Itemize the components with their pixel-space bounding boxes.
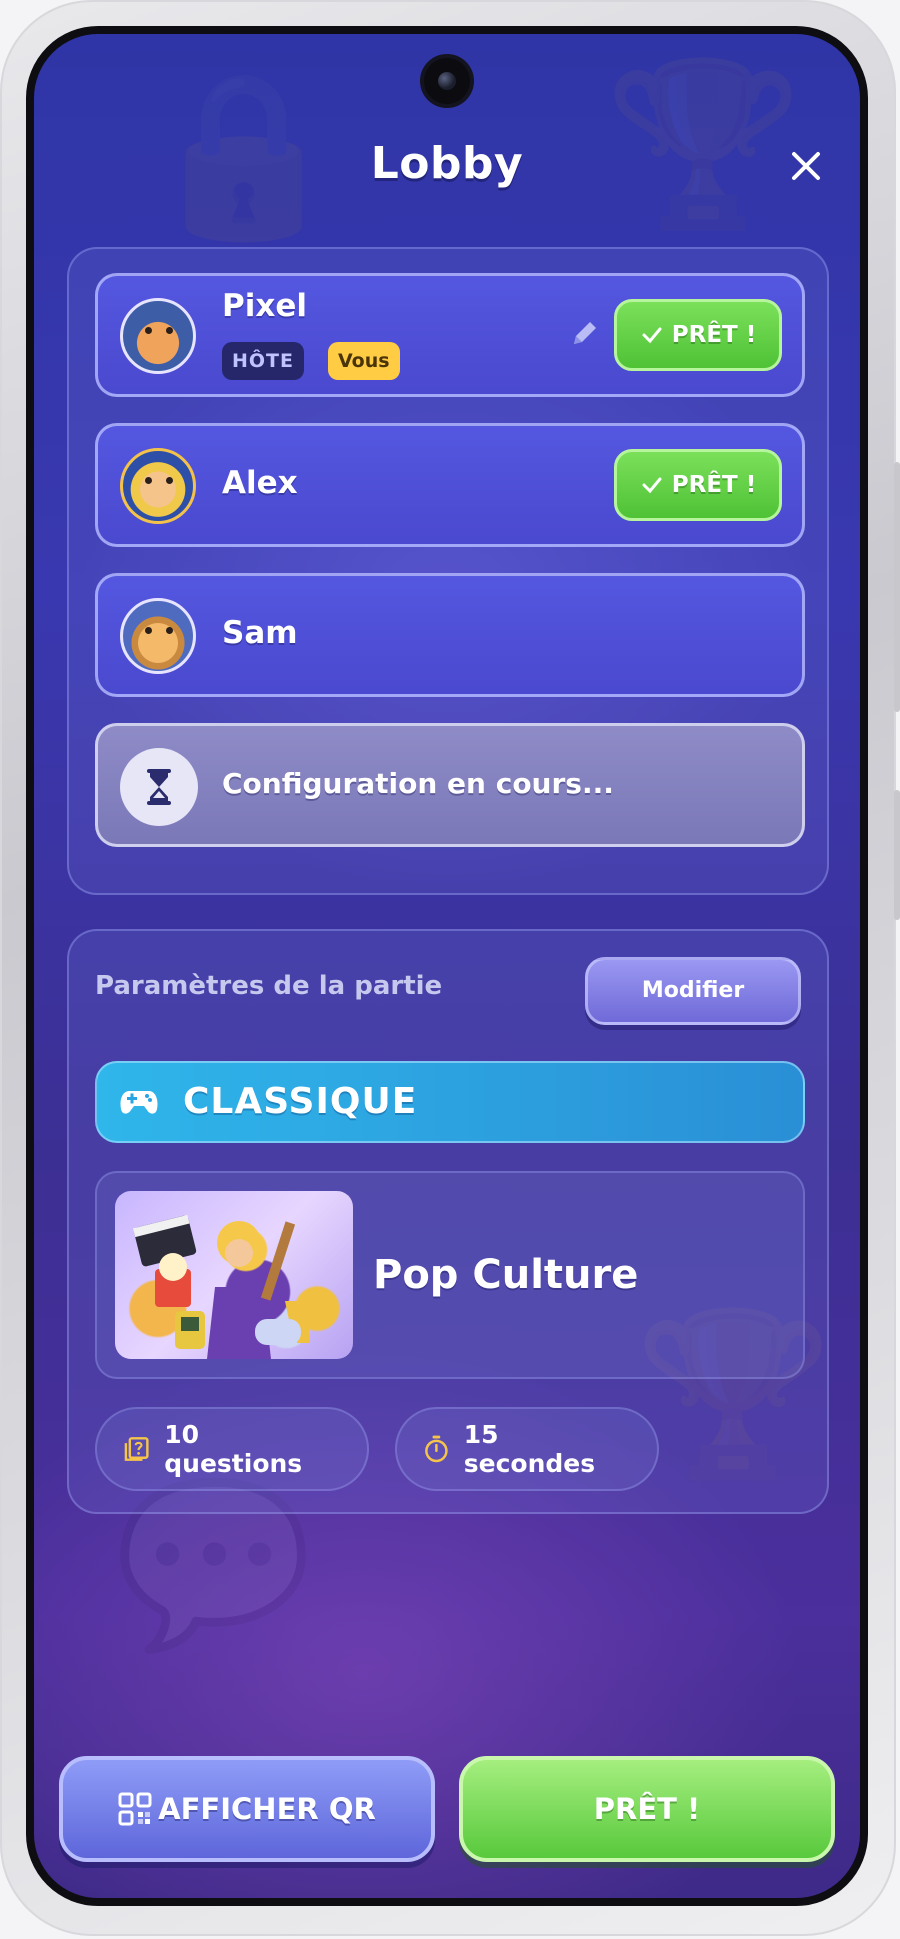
you-badge: Vous — [328, 342, 400, 380]
player-name: Sam — [222, 615, 298, 651]
pending-player-slot: Configuration en cours... — [95, 723, 805, 847]
question-card-icon — [124, 1437, 149, 1461]
modify-settings-button[interactable]: Modifier — [585, 957, 801, 1025]
question-count-label: 10 questions — [164, 1420, 303, 1478]
player-card-alex: Alex PRÊT ! — [95, 423, 805, 547]
power-button — [894, 790, 900, 920]
ready-status-label: PRÊT ! — [671, 322, 757, 348]
player-name: Alex — [222, 465, 298, 501]
front-camera — [424, 58, 470, 104]
pop-culture-illustration — [132, 1214, 321, 1359]
settings-heading: Paramètres de la partie — [95, 971, 443, 1001]
page-title: Lobby — [370, 138, 524, 189]
theme-name: Pop Culture — [373, 1252, 639, 1298]
timer-chip: 15 secondes — [395, 1407, 659, 1491]
ready-button-label: PRÊT ! — [593, 1792, 701, 1826]
player-avatar — [120, 598, 196, 674]
ready-status-badge: PRÊT ! — [614, 449, 782, 521]
timer-label: 15 secondes — [463, 1420, 596, 1478]
game-settings-panel: Paramètres de la partie Modifier CLASSIQ… — [67, 929, 829, 1514]
app-screen: 🔒 🏆 🏆 💬 Lobby Pixel HÔTE Vous PRÊT ! Ale… — [26, 26, 868, 1906]
close-icon — [792, 152, 820, 180]
gamepad-icon — [120, 1091, 158, 1114]
theme-card: Pop Culture — [95, 1171, 805, 1379]
show-qr-button[interactable]: AFFICHER QR — [59, 1756, 435, 1862]
check-icon — [642, 327, 662, 344]
question-count-chip: 10 questions — [95, 1407, 369, 1491]
host-badge: HÔTE — [222, 342, 304, 380]
hourglass-icon — [147, 769, 171, 805]
ready-status-label: PRÊT ! — [671, 472, 757, 498]
theme-thumbnail-image — [115, 1191, 353, 1359]
player-card-pixel: Pixel HÔTE Vous PRÊT ! — [95, 273, 805, 397]
stopwatch-icon — [425, 1435, 448, 1463]
check-icon — [642, 477, 662, 494]
edit-name-button[interactable] — [568, 316, 602, 350]
ready-button[interactable]: PRÊT ! — [459, 1756, 835, 1862]
pencil-icon — [574, 322, 596, 344]
show-qr-label: AFFICHER QR — [158, 1792, 376, 1826]
player-card-sam: Sam — [95, 573, 805, 697]
close-button[interactable] — [786, 146, 826, 186]
player-avatar — [120, 298, 196, 374]
volume-button — [894, 462, 900, 712]
ready-status-badge: PRÊT ! — [614, 299, 782, 371]
game-mode-label: CLASSIQUE — [183, 1081, 418, 1122]
game-mode-banner: CLASSIQUE — [95, 1061, 805, 1143]
player-avatar — [120, 448, 196, 524]
pending-label: Configuration en cours... — [222, 767, 614, 800]
player-name: Pixel — [222, 288, 307, 324]
qr-code-icon — [118, 1792, 152, 1826]
players-panel: Pixel HÔTE Vous PRÊT ! Alex PRÊT ! Sam C… — [67, 247, 829, 895]
hourglass-icon-wrap — [120, 748, 198, 826]
